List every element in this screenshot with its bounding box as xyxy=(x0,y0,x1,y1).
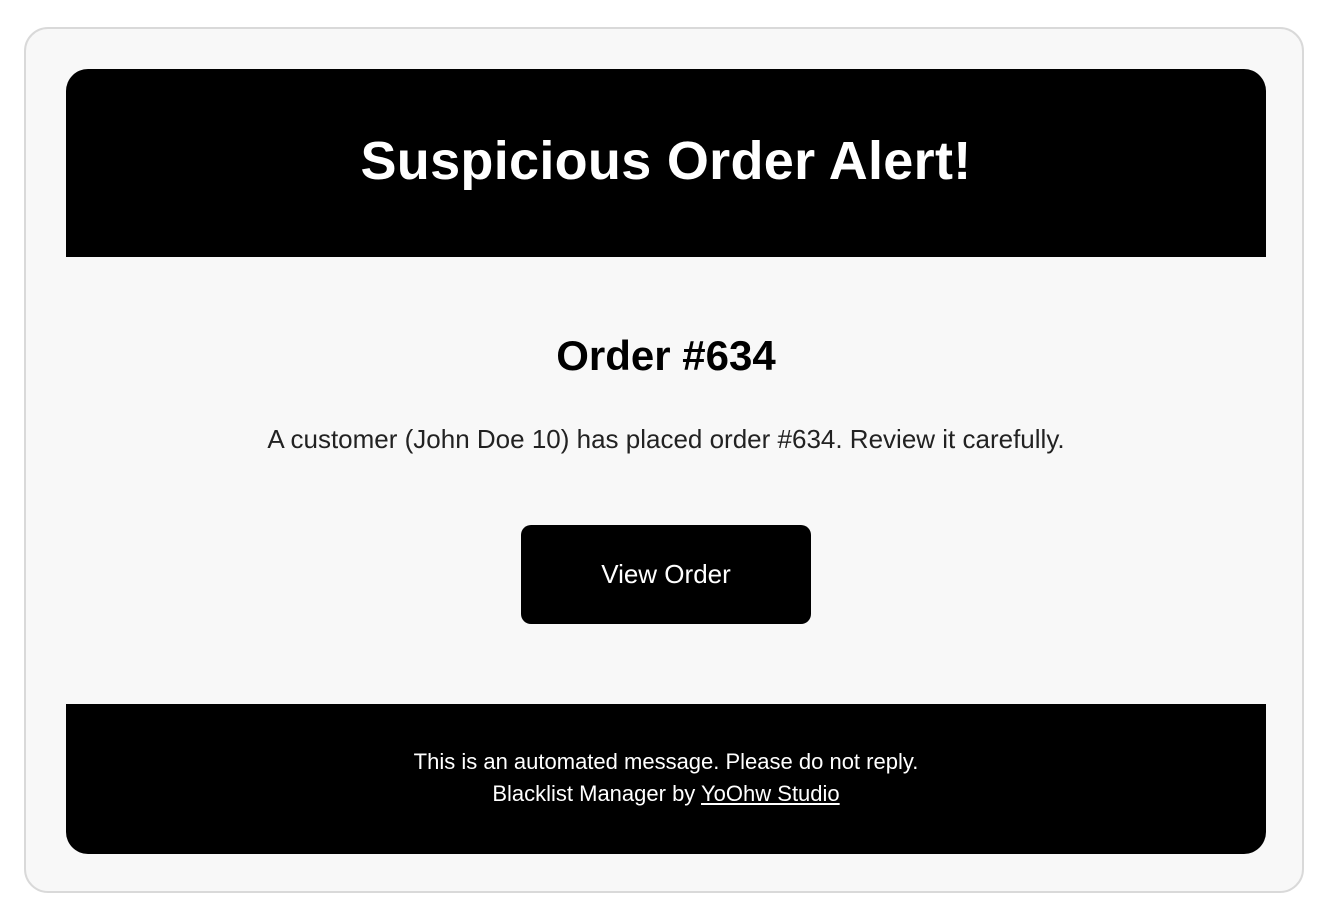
alert-header: Suspicious Order Alert! xyxy=(66,69,1266,257)
credit-prefix: Blacklist Manager by xyxy=(492,781,702,806)
alert-title: Suspicious Order Alert! xyxy=(360,131,972,191)
email-content: Order #634 A customer (John Doe 10) has … xyxy=(66,257,1266,704)
email-card: Suspicious Order Alert! Order #634 A cus… xyxy=(24,27,1304,893)
credit-line: Blacklist Manager by YoOhw Studio xyxy=(66,778,1266,810)
view-order-button[interactable]: View Order xyxy=(521,525,811,624)
email-footer: This is an automated message. Please do … xyxy=(66,704,1266,854)
studio-link[interactable]: YoOhw Studio xyxy=(701,781,840,806)
order-description: A customer (John Doe 10) has placed orde… xyxy=(267,424,1065,454)
order-title: Order #634 xyxy=(556,332,776,379)
automated-notice: This is an automated message. Please do … xyxy=(413,749,919,774)
